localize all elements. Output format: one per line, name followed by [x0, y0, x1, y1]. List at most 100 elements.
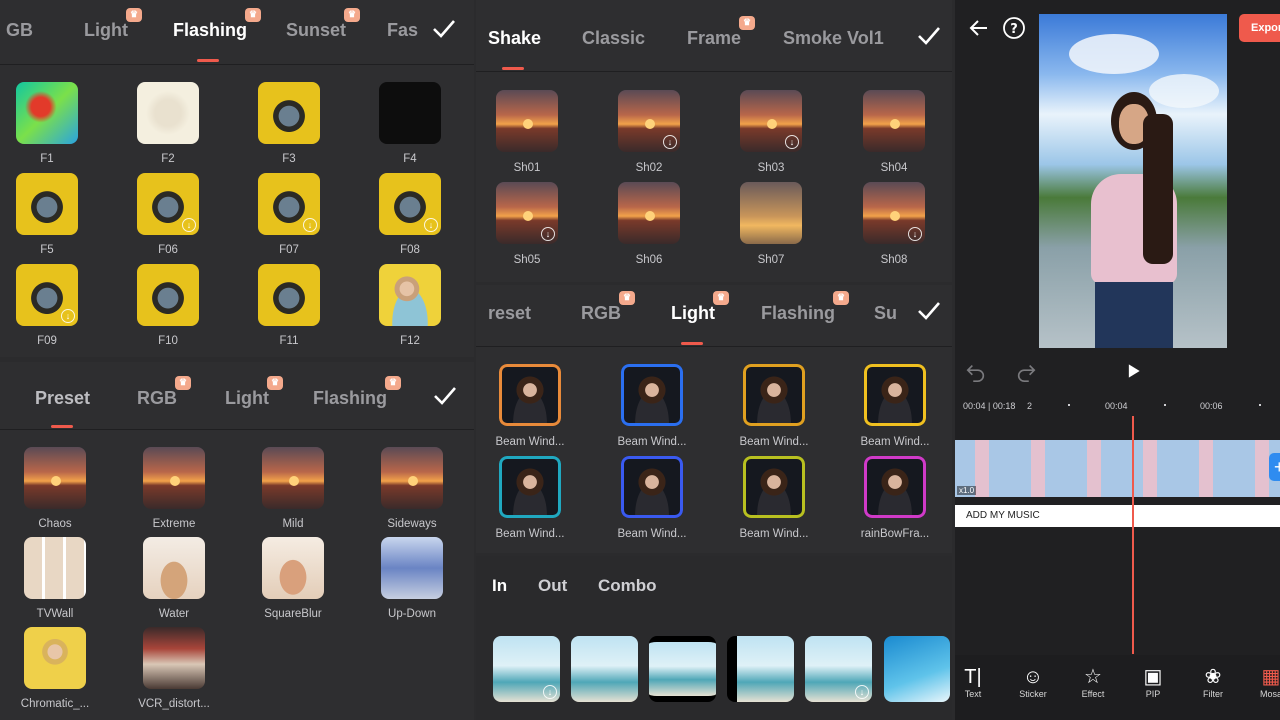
effect-thumbnail[interactable] [143, 627, 205, 689]
tab-sunset[interactable]: Sunset ♛ [286, 7, 361, 41]
effect-thumbnail[interactable] [618, 182, 680, 244]
effect-thumbnail[interactable] [24, 537, 86, 599]
effect-thumbnail[interactable] [258, 82, 320, 144]
play-icon[interactable] [1123, 361, 1143, 381]
effect-label: Extreme [152, 518, 196, 530]
playhead[interactable] [1132, 416, 1134, 654]
video-preview[interactable] [1039, 14, 1227, 348]
confirm-check-icon[interactable] [430, 15, 458, 43]
effect-thumbnail[interactable]: ↓ [740, 90, 802, 152]
tab-light[interactable]: Light ♛ [225, 375, 283, 409]
tab-gb[interactable]: GB [6, 20, 33, 41]
effect-thumbnail[interactable] [381, 537, 443, 599]
effect-thumbnail[interactable]: ↓ [863, 182, 925, 244]
tab-out[interactable]: Out [538, 576, 567, 596]
effect-thumbnail[interactable] [740, 182, 802, 244]
effect-thumbnail[interactable] [262, 447, 324, 509]
effect-thumbnail[interactable] [743, 456, 805, 518]
video-clip-track[interactable]: x1.0 [955, 440, 1280, 497]
effect-label: Beam Wind... [495, 528, 565, 540]
effect-thumbnail[interactable]: ↓ [379, 173, 441, 235]
effect-thumbnail[interactable] [381, 447, 443, 509]
effect-thumbnail[interactable] [864, 456, 926, 518]
tab-frame[interactable]: Frame ♛ [687, 15, 756, 49]
effect-thumbnail[interactable]: ↓ [258, 173, 320, 235]
effect-icon: ☆ [1084, 666, 1102, 688]
animation-thumbnail[interactable]: ↓ [805, 636, 872, 702]
tab-flashing[interactable]: Flashing ♛ [173, 7, 262, 41]
add-music-track[interactable]: ADD MY MUSIC [955, 505, 1280, 527]
effect-label: Chromatic_... [20, 698, 90, 710]
effect-thumbnail[interactable] [499, 456, 561, 518]
tab-light[interactable]: Light ♛ [671, 290, 729, 324]
undo-icon[interactable] [965, 361, 987, 383]
effect-thumbnail[interactable] [16, 82, 78, 144]
effect-thumbnail[interactable] [864, 364, 926, 426]
effect-thumbnail[interactable] [143, 537, 205, 599]
effect-thumbnail[interactable] [863, 90, 925, 152]
tool-pip[interactable]: ▣ PIP [1133, 665, 1173, 699]
effect-thumbnail[interactable]: ↓ [618, 90, 680, 152]
effect-label: F09 [37, 335, 57, 347]
animation-thumbnail[interactable] [727, 636, 794, 702]
animation-thumbnail[interactable] [884, 636, 950, 702]
add-clip-button[interactable]: + [1269, 453, 1280, 481]
confirm-check-icon[interactable] [915, 297, 943, 325]
tab-in[interactable]: In [492, 576, 507, 596]
tool-effect[interactable]: ☆ Effect [1073, 665, 1113, 699]
effect-thumbnail[interactable]: ↓ [496, 182, 558, 244]
export-button[interactable]: Export [1239, 14, 1280, 42]
tab-classic[interactable]: Classic [582, 28, 645, 49]
effect-category-tabs: reset RGB ♛ Light ♛ Flashing ♛ Su [476, 290, 952, 325]
tool-filter[interactable]: ❀ Filter [1193, 665, 1233, 699]
premium-crown-icon: ♛ [266, 375, 283, 390]
animation-thumbnail[interactable]: ↓ [493, 636, 560, 702]
effect-thumbnail[interactable] [499, 364, 561, 426]
tab-combo[interactable]: Combo [598, 576, 657, 596]
help-icon[interactable]: ? [1002, 16, 1026, 40]
tab-flashing[interactable]: Flashing ♛ [761, 290, 850, 324]
confirm-check-icon[interactable] [915, 22, 943, 50]
effect-thumbnail[interactable] [16, 173, 78, 235]
tool-sticker[interactable]: ☺ Sticker [1013, 665, 1053, 699]
effect-thumbnail[interactable] [379, 82, 441, 144]
effect-thumbnail[interactable] [621, 364, 683, 426]
active-tab-indicator [681, 342, 703, 345]
tab-rgb[interactable]: RGB ♛ [137, 375, 191, 409]
back-arrow-icon[interactable] [967, 16, 991, 40]
tool-label: Mosa [1259, 689, 1280, 699]
effect-thumbnail[interactable] [743, 364, 805, 426]
tool-text[interactable]: T| Text [955, 665, 993, 699]
effect-thumbnail[interactable]: ↓ [16, 264, 78, 326]
tab-shake[interactable]: Shake [488, 28, 541, 49]
tool-mosaic[interactable]: ▦ Mosa [1251, 665, 1280, 699]
confirm-check-icon[interactable] [431, 382, 459, 410]
tab-flashing[interactable]: Flashing ♛ [313, 375, 402, 409]
divider [0, 429, 474, 430]
effect-thumbnail[interactable] [258, 264, 320, 326]
effect-thumbnail[interactable] [24, 627, 86, 689]
effect-thumbnail[interactable]: ↓ [137, 173, 199, 235]
effect-thumbnail[interactable] [24, 447, 86, 509]
tab-preset[interactable]: Preset [35, 388, 90, 409]
effect-thumbnail[interactable] [379, 264, 441, 326]
tab-preset[interactable]: reset [488, 303, 531, 324]
effect-thumbnail[interactable] [137, 264, 199, 326]
tool-label: PIP [1145, 689, 1161, 699]
download-icon: ↓ [424, 218, 438, 232]
effect-thumbnail[interactable] [621, 456, 683, 518]
effects-panel-light: reset RGB ♛ Light ♛ Flashing ♛ Su Beam Wind… [476, 285, 952, 553]
effect-thumbnail[interactable] [262, 537, 324, 599]
tab-sunset[interactable]: Su [874, 303, 897, 324]
redo-icon[interactable] [1015, 361, 1037, 383]
animation-thumbnail[interactable] [571, 636, 638, 702]
tab-fast[interactable]: Fas [387, 20, 418, 41]
effect-thumbnail[interactable] [496, 90, 558, 152]
effect-thumbnail[interactable] [143, 447, 205, 509]
tab-rgb[interactable]: RGB ♛ [581, 290, 635, 324]
download-icon: ↓ [663, 135, 677, 149]
tab-smoke-vol1[interactable]: Smoke Vol1 [783, 28, 884, 49]
effect-thumbnail[interactable] [137, 82, 199, 144]
animation-thumbnail[interactable] [649, 636, 716, 702]
tab-light[interactable]: Light ♛ [84, 7, 142, 41]
